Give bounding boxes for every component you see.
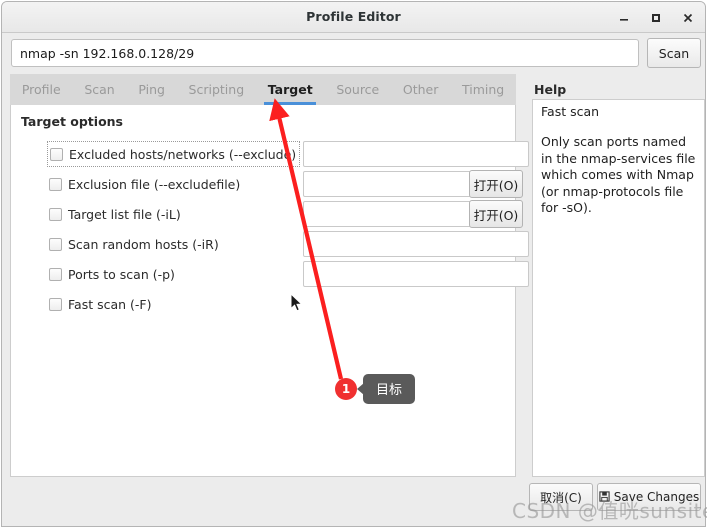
title-bar: Profile Editor xyxy=(2,2,705,33)
checkbox-scan-random-hosts[interactable] xyxy=(49,237,62,251)
option-label-target-list-file[interactable]: Target list file (-iL) xyxy=(47,201,184,227)
option-row-target-list-file: Target list file (-iL) 打开(O) xyxy=(11,199,523,229)
command-input[interactable] xyxy=(11,39,639,67)
tab-other[interactable]: Other xyxy=(391,74,450,105)
checkbox-exclusion-file[interactable] xyxy=(49,177,62,191)
window-title: Profile Editor xyxy=(306,9,401,24)
checkbox-fast-scan[interactable] xyxy=(49,297,62,311)
help-body-text: Only scan ports named in the nmap-servic… xyxy=(541,134,696,215)
section-title: Target options xyxy=(21,114,123,129)
input-scan-random-hosts[interactable] xyxy=(303,231,529,257)
option-row-excluded-hosts: Excluded hosts/networks (--exclude) xyxy=(11,139,529,169)
window-controls xyxy=(615,2,697,33)
save-icon xyxy=(599,490,610,504)
save-changes-label: Save Changes xyxy=(613,490,700,504)
option-text: Scan random hosts (-iR) xyxy=(68,236,219,252)
checkbox-target-list-file[interactable] xyxy=(49,207,62,221)
checkbox-excluded-hosts[interactable] xyxy=(50,147,63,161)
option-label-scan-random-hosts[interactable]: Scan random hosts (-iR) xyxy=(47,231,222,257)
target-options-panel: Target options Excluded hosts/networks (… xyxy=(10,105,529,477)
option-text: Excluded hosts/networks (--exclude) xyxy=(69,146,297,162)
option-text: Exclusion file (--excludefile) xyxy=(68,176,241,192)
minimize-icon[interactable] xyxy=(615,9,633,27)
help-heading: Fast scan xyxy=(541,104,600,119)
option-row-scan-random-hosts: Scan random hosts (-iR) xyxy=(11,229,529,259)
command-bar: Scan xyxy=(2,33,705,74)
checkbox-ports-to-scan[interactable] xyxy=(49,267,62,281)
open-button-exclusion-file[interactable]: 打开(O) xyxy=(469,170,523,198)
input-exclusion-file[interactable] xyxy=(303,171,471,197)
option-label-fast-scan[interactable]: Fast scan (-F) xyxy=(47,291,154,317)
input-target-list-file[interactable] xyxy=(303,201,471,227)
cancel-button[interactable]: 取消(C) xyxy=(529,483,593,511)
scan-button[interactable]: Scan xyxy=(647,38,701,68)
tab-scripting[interactable]: Scripting xyxy=(177,74,256,105)
tab-target[interactable]: Target xyxy=(256,74,325,105)
tab-source[interactable]: Source xyxy=(325,74,392,105)
option-row-exclusion-file: Exclusion file (--excludefile) 打开(O) xyxy=(11,169,523,199)
close-icon[interactable] xyxy=(679,9,697,27)
option-label-excluded-hosts[interactable]: Excluded hosts/networks (--exclude) xyxy=(47,141,301,167)
help-pane: Help Fast scan Only scan ports named in … xyxy=(530,74,705,477)
option-row-fast-scan: Fast scan (-F) xyxy=(11,289,515,319)
tab-ping[interactable]: Ping xyxy=(127,74,177,105)
option-text: Ports to scan (-p) xyxy=(68,266,175,282)
target-options-list: Excluded hosts/networks (--exclude) Excl… xyxy=(11,139,529,319)
option-label-ports-to-scan[interactable]: Ports to scan (-p) xyxy=(47,261,178,287)
option-row-ports-to-scan: Ports to scan (-p) xyxy=(11,259,529,289)
profile-editor-window: Profile Editor Scan Profile Sca xyxy=(1,1,706,527)
tab-timing[interactable]: Timing xyxy=(450,74,516,105)
tab-scan[interactable]: Scan xyxy=(73,74,127,105)
input-ports-to-scan[interactable] xyxy=(303,261,529,287)
tab-bar: Profile Scan Ping Scripting Target Sourc… xyxy=(10,74,516,105)
input-excluded-hosts[interactable] xyxy=(303,141,529,167)
help-content-box: Fast scan Only scan ports named in the n… xyxy=(532,99,705,477)
editor-left-pane: Profile Scan Ping Scripting Target Sourc… xyxy=(2,74,529,526)
option-text: Fast scan (-F) xyxy=(68,296,152,312)
open-button-target-list-file[interactable]: 打开(O) xyxy=(469,200,523,228)
screenshot-root: Profile Editor Scan Profile Sca xyxy=(0,0,707,528)
dialog-footer: 取消(C) Save Changes xyxy=(2,474,705,526)
help-title: Help xyxy=(534,82,567,97)
tab-profile[interactable]: Profile xyxy=(10,74,73,105)
option-label-exclusion-file[interactable]: Exclusion file (--excludefile) xyxy=(47,171,243,197)
option-text: Target list file (-iL) xyxy=(68,206,181,222)
maximize-icon[interactable] xyxy=(647,9,665,27)
save-changes-button[interactable]: Save Changes xyxy=(597,483,701,511)
